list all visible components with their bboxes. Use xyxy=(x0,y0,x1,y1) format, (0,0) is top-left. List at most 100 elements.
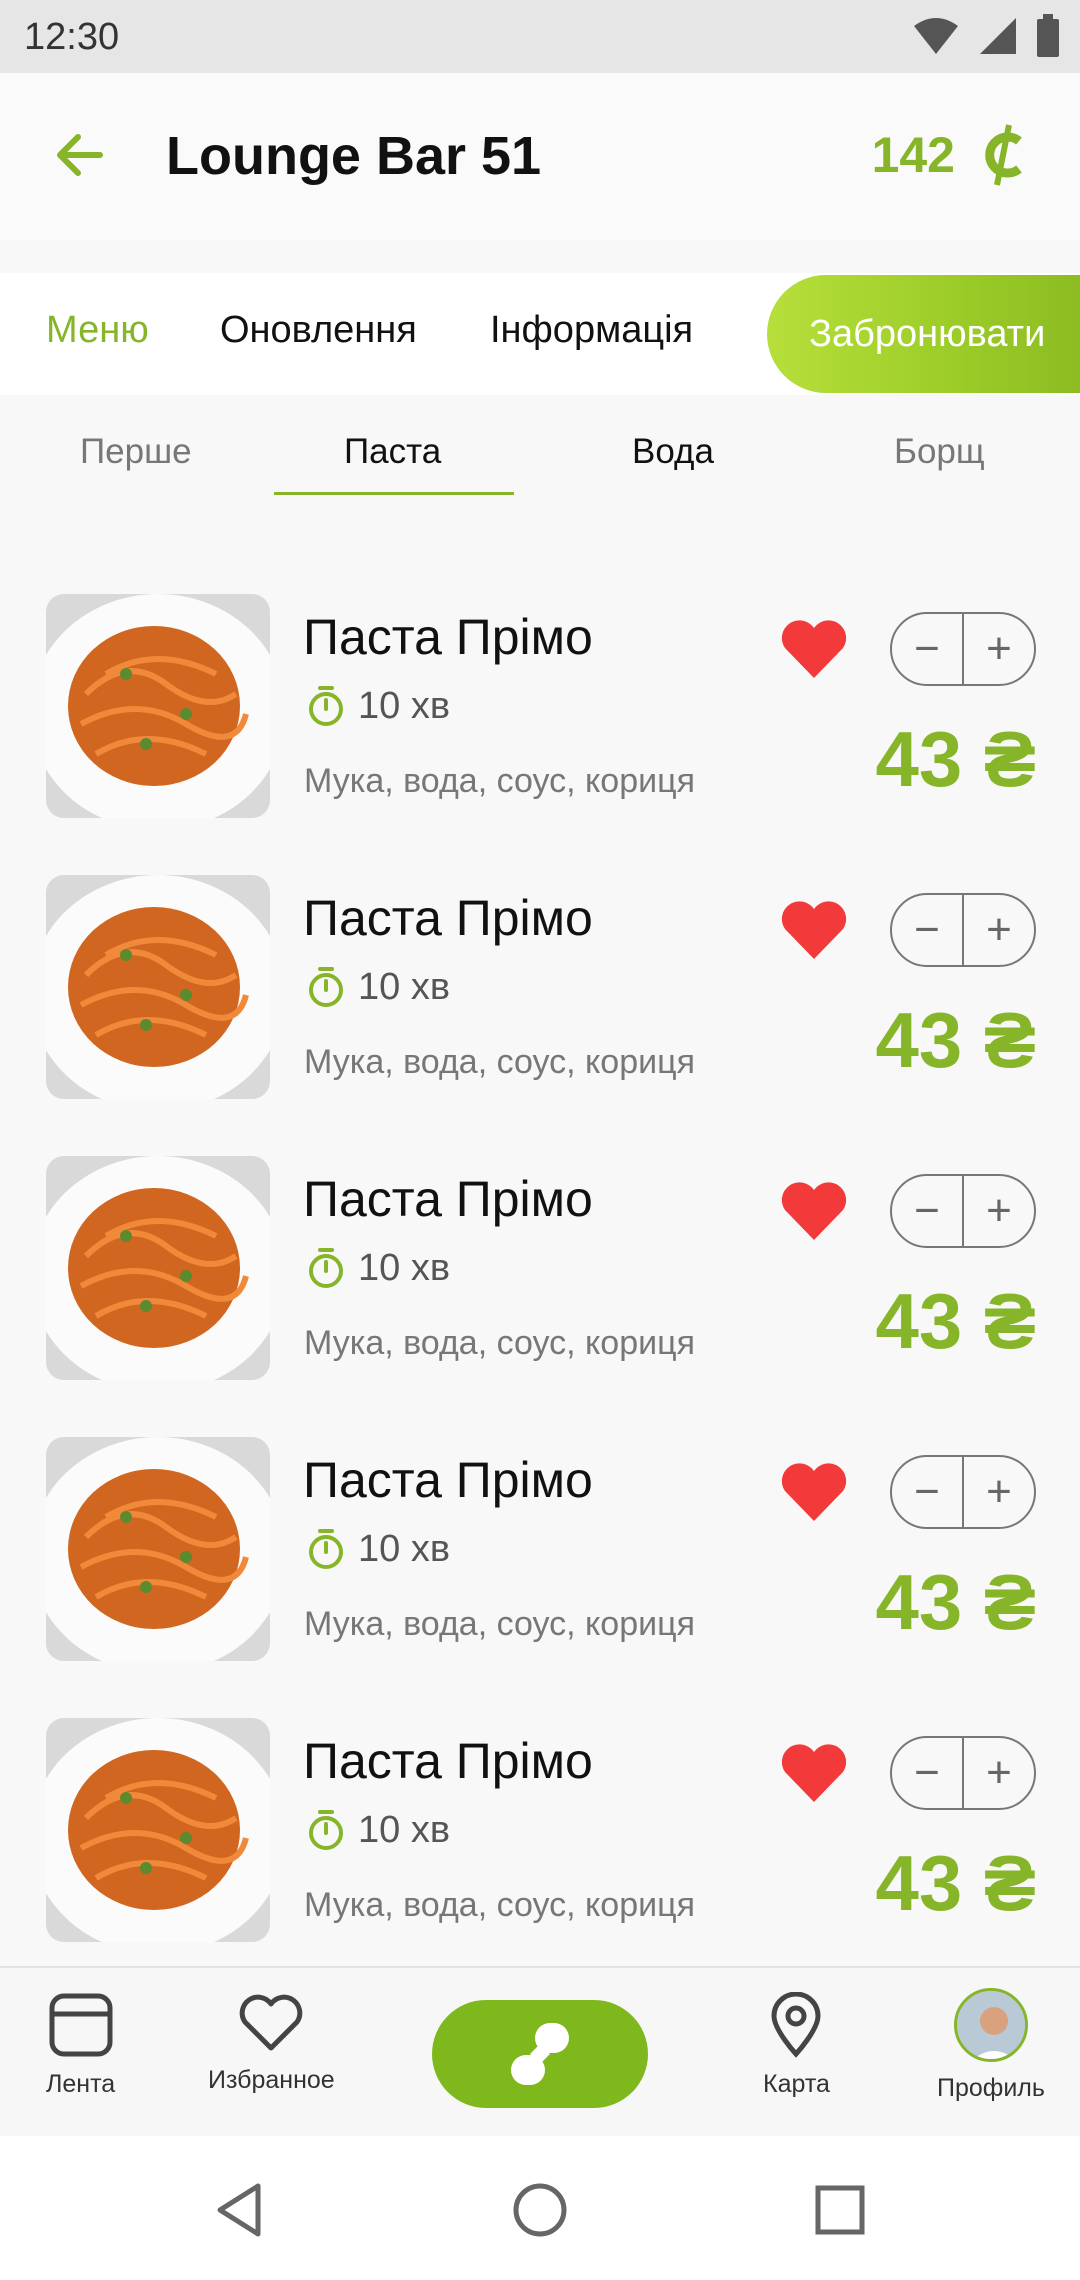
cook-time: 10 хв xyxy=(306,1246,450,1290)
increase-button[interactable]: + xyxy=(962,895,1034,965)
subcategory-water[interactable]: Вода xyxy=(632,432,714,472)
status-bar: 12:30 xyxy=(0,0,1080,73)
decrease-button[interactable]: − xyxy=(892,1457,962,1527)
subcategory-bar: Перше Паста Вода Борщ xyxy=(0,410,1080,495)
dish-price: 43 ₴ xyxy=(875,1277,1036,1365)
dish-ingredients: Мука, вода, соус, кориця xyxy=(304,1324,695,1362)
nav-profile-label: Профиль xyxy=(937,2074,1045,2102)
dish-ingredients: Мука, вода, соус, кориця xyxy=(304,762,695,800)
decrease-button[interactable]: − xyxy=(892,1176,962,1246)
heart-icon[interactable] xyxy=(779,1180,849,1242)
menu-item[interactable]: Паста Прімо 10 хв Мука, вода, соус, кори… xyxy=(0,590,1080,871)
cook-time: 10 хв xyxy=(306,684,450,728)
tab-info[interactable]: Інформація xyxy=(490,309,693,352)
dish-ingredients: Мука, вода, соус, кориця xyxy=(304,1886,695,1924)
dish-image xyxy=(46,1718,270,1942)
dish-image xyxy=(46,1156,270,1380)
nav-map[interactable]: Карта xyxy=(763,1992,830,2099)
tab-bar: Меню Оновлення Інформація Забронювати xyxy=(0,273,1080,395)
back-arrow-icon[interactable] xyxy=(50,125,110,185)
dish-ingredients: Мука, вода, соус, кориця xyxy=(304,1605,695,1643)
nav-favorites-label: Избранное xyxy=(208,2066,335,2094)
subcategory-pasta[interactable]: Паста xyxy=(344,432,441,472)
timer-icon xyxy=(309,967,343,1007)
currency-icon xyxy=(985,124,1022,186)
nav-feed-label: Лента xyxy=(46,2070,116,2098)
dish-ingredients: Мука, вода, соус, кориця xyxy=(304,1043,695,1081)
cook-time: 10 хв xyxy=(306,1808,450,1852)
cook-time-label: 10 хв xyxy=(358,1246,451,1289)
system-back-icon[interactable] xyxy=(210,2180,270,2240)
dish-name: Паста Прімо xyxy=(303,609,593,665)
quantity-stepper: − + xyxy=(890,893,1036,967)
tab-updates[interactable]: Оновлення xyxy=(220,309,417,352)
signal-icon xyxy=(980,18,1016,54)
header: Lounge Bar 51 142 xyxy=(0,73,1080,241)
map-pin-icon xyxy=(771,1992,821,2058)
quantity-stepper: − + xyxy=(890,1736,1036,1810)
bottom-nav: Лента Избранное Карта Профиль xyxy=(0,1966,1080,2136)
center-action-button[interactable] xyxy=(432,2000,648,2108)
menu-item[interactable]: Паста Прімо 10 хв Мука, вода, соус, кори… xyxy=(0,871,1080,1152)
status-time: 12:30 xyxy=(24,16,120,58)
timer-icon xyxy=(309,1248,343,1288)
avatar xyxy=(953,1988,1028,2062)
nav-map-label: Карта xyxy=(763,2070,830,2098)
feed-icon xyxy=(49,1993,113,2057)
increase-button[interactable]: + xyxy=(962,1176,1034,1246)
dish-name: Паста Прімо xyxy=(303,1452,593,1508)
status-icons xyxy=(912,14,1060,58)
timer-icon xyxy=(309,686,343,726)
book-button[interactable]: Забронювати xyxy=(767,275,1080,393)
increase-button[interactable]: + xyxy=(962,614,1034,684)
heart-icon[interactable] xyxy=(779,618,849,680)
quantity-stepper: − + xyxy=(890,1455,1036,1529)
battery-icon xyxy=(1037,14,1059,57)
increase-button[interactable]: + xyxy=(962,1457,1034,1527)
decrease-button[interactable]: − xyxy=(892,895,962,965)
system-nav-bar xyxy=(0,2136,1080,2280)
timer-icon xyxy=(309,1529,343,1569)
menu-item[interactable]: Паста Прімо 10 хв Мука, вода, соус, кори… xyxy=(0,1433,1080,1714)
cook-time-label: 10 хв xyxy=(358,1527,451,1570)
dish-name: Паста Прімо xyxy=(303,1733,593,1789)
cook-time: 10 хв xyxy=(306,965,450,1009)
cook-time-label: 10 хв xyxy=(358,965,451,1008)
increase-button[interactable]: + xyxy=(962,1738,1034,1808)
subcategory-first[interactable]: Перше xyxy=(80,432,192,472)
coins-balance[interactable]: 142 xyxy=(872,123,1025,187)
heart-icon[interactable] xyxy=(779,1742,849,1804)
coins-count: 142 xyxy=(871,127,955,183)
menu-list: Паста Прімо 10 хв Мука, вода, соус, кори… xyxy=(0,590,1080,1995)
timer-icon xyxy=(309,1810,343,1850)
dish-image xyxy=(46,875,270,1099)
decrease-button[interactable]: − xyxy=(892,614,962,684)
menu-item[interactable]: Паста Прімо 10 хв Мука, вода, соус, кори… xyxy=(0,1714,1080,1995)
menu-item[interactable]: Паста Прімо 10 хв Мука, вода, соус, кори… xyxy=(0,1152,1080,1433)
cook-time: 10 хв xyxy=(306,1527,450,1571)
system-home-icon[interactable] xyxy=(510,2180,570,2240)
tab-menu[interactable]: Меню xyxy=(46,309,149,352)
nav-profile[interactable]: Профиль xyxy=(937,1988,1045,2103)
wifi-icon xyxy=(914,18,958,54)
dish-price: 43 ₴ xyxy=(875,1839,1036,1927)
dish-price: 43 ₴ xyxy=(875,1558,1036,1646)
dish-image xyxy=(46,594,270,818)
nav-feed[interactable]: Лента xyxy=(46,1992,115,2099)
dish-price: 43 ₴ xyxy=(875,996,1036,1084)
dish-image xyxy=(46,1437,270,1661)
page-title: Lounge Bar 51 xyxy=(166,126,542,186)
subcategory-borscht[interactable]: Борщ xyxy=(894,432,985,472)
decrease-button[interactable]: − xyxy=(892,1738,962,1808)
quantity-stepper: − + xyxy=(890,612,1036,686)
dish-name: Паста Прімо xyxy=(303,1171,593,1227)
system-recents-icon[interactable] xyxy=(810,2180,870,2240)
dish-name: Паста Прімо xyxy=(303,890,593,946)
heart-icon[interactable] xyxy=(779,899,849,961)
quantity-stepper: − + xyxy=(890,1174,1036,1248)
subcategory-underline xyxy=(274,492,514,495)
heart-icon[interactable] xyxy=(779,1461,849,1523)
nav-favorites[interactable]: Избранное xyxy=(208,1992,335,2095)
app-logo-icon xyxy=(511,2023,569,2085)
heart-outline-icon xyxy=(240,1994,303,2051)
